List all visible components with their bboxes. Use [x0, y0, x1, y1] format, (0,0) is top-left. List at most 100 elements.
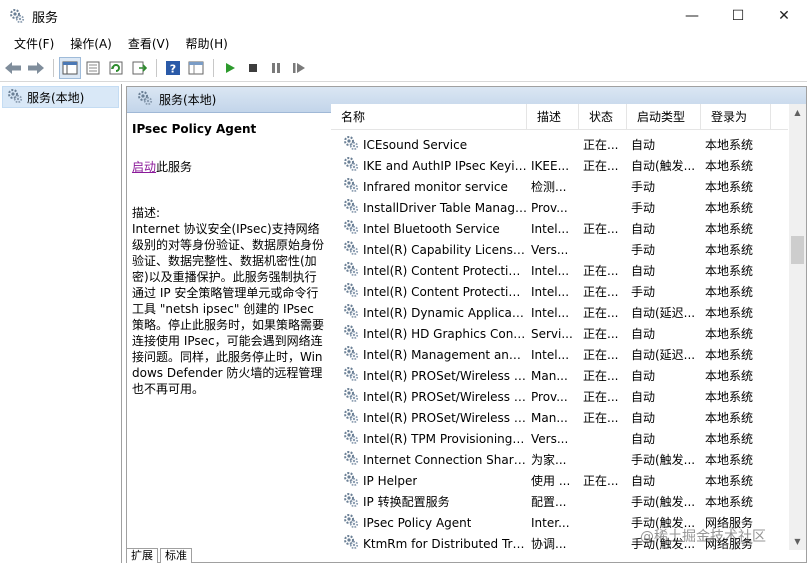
column-header-logon-as[interactable]: 登录为 [701, 104, 771, 129]
stop-icon[interactable] [242, 57, 264, 79]
service-name: ICEsound Service [363, 137, 468, 152]
service-rows: ICEsound Service 正在... 自动 本地系统 IKE and AuthI… [331, 134, 788, 550]
service-row[interactable]: Intel(R) TPM Provisioning S... Vers... 自动 本… [331, 428, 788, 449]
service-status: 正在... [583, 222, 619, 236]
service-row[interactable]: Intel(R) PROSet/Wireless Z... Man... 正在...… [331, 407, 788, 428]
service-row[interactable]: IP Helper 使用 ... 正在... 自动 本地系统 [331, 470, 788, 491]
toolbar-separator [53, 58, 54, 77]
menu-action[interactable]: 操作(A) [62, 35, 120, 52]
resume-icon[interactable] [288, 57, 310, 79]
service-description: 为家... [531, 453, 567, 467]
svg-text:?: ? [170, 62, 176, 75]
service-row[interactable]: Intel(R) Content Protection ... Intel... 正… [331, 260, 788, 281]
service-name-cell: Infrared monitor service [331, 177, 527, 196]
menu-file[interactable]: 文件(F) [6, 35, 62, 52]
column-desc-label: 描述 [537, 110, 562, 124]
service-gear-icon [343, 345, 359, 364]
scroll-up-icon[interactable]: ▲ [789, 104, 806, 121]
service-description: Intel... [531, 284, 570, 299]
service-name-cell: IP 转换配置服务 [331, 492, 527, 511]
service-name: Intel(R) Dynamic Applicatio... [363, 305, 527, 320]
tree-node-services-local[interactable]: 服务(本地) [2, 86, 119, 108]
service-startup-type: 自动 [631, 474, 656, 488]
service-row[interactable]: Intel Bluetooth Service Intel... 正在... 自动 本地… [331, 218, 788, 239]
service-gear-icon [343, 408, 359, 427]
service-logon-as: 本地系统 [705, 159, 754, 173]
maximize-button[interactable]: ☐ [715, 0, 761, 32]
service-name-cell: IKE and AuthIP IPsec Keyin... [331, 156, 527, 175]
service-row[interactable]: Intel(R) PROSet/Wireless E... Man... 正在...… [331, 365, 788, 386]
services-gear-icon [7, 88, 23, 107]
close-button[interactable]: ✕ [761, 0, 807, 32]
refresh-icon[interactable] [105, 57, 127, 79]
service-gear-icon [343, 324, 359, 343]
service-row[interactable]: ICEsound Service 正在... 自动 本地系统 [331, 134, 788, 155]
service-row[interactable]: Intel(R) Dynamic Applicatio... Intel... 正在… [331, 302, 788, 323]
service-logon-as: 本地系统 [705, 453, 754, 467]
service-status: 正在... [583, 159, 619, 173]
help-icon[interactable]: ? [162, 57, 184, 79]
service-row[interactable]: Intel(R) Management and ... Intel... 正在...… [331, 344, 788, 365]
service-description: Vers... [531, 242, 569, 257]
service-startup-type: 手动(触发... [631, 453, 696, 467]
service-logon-as: 本地系统 [705, 432, 754, 446]
play-icon[interactable] [219, 57, 241, 79]
tree-node-label: 服务(本地) [27, 90, 85, 105]
title-bar: 服务 — ☐ ✕ [0, 0, 807, 32]
menu-help[interactable]: 帮助(H) [177, 35, 235, 52]
vertical-scrollbar[interactable]: ▲ ▼ [789, 104, 806, 550]
service-row[interactable]: Intel(R) PROSet/Wireless R... Prov... 正在..… [331, 386, 788, 407]
service-name: Intel(R) PROSet/Wireless R... [363, 389, 527, 404]
service-logon-as: 本地系统 [705, 327, 754, 341]
services-window: 服务 — ☐ ✕ 文件(F) 操作(A) 查看(V) 帮助(H) ? 服务(本地… [0, 0, 807, 563]
scroll-down-icon[interactable]: ▼ [789, 533, 806, 550]
menu-view[interactable]: 查看(V) [120, 35, 178, 52]
service-row[interactable]: IKE and AuthIP IPsec Keyin... IKEE... 正在..… [331, 155, 788, 176]
forward-arrow-icon[interactable] [25, 57, 47, 79]
service-name-cell: Intel(R) PROSet/Wireless R... [331, 387, 527, 406]
service-description: Prov... [531, 200, 568, 215]
service-name: Infrared monitor service [363, 179, 508, 194]
service-name-cell: Intel(R) Management and ... [331, 345, 527, 364]
service-row[interactable]: Intel(R) HD Graphics Contr... Servi... 正在.… [331, 323, 788, 344]
minimize-button[interactable]: — [669, 0, 715, 32]
view-icon[interactable] [185, 57, 207, 79]
column-header-name[interactable]: 名称 ^ [331, 104, 527, 129]
column-header-status[interactable]: 状态 [579, 104, 627, 129]
column-header-startup-type[interactable]: 启动类型 [627, 104, 701, 129]
service-startup-type: 自动 [631, 369, 656, 383]
service-description: 协调... [531, 537, 567, 550]
back-arrow-icon[interactable] [2, 57, 24, 79]
service-gear-icon [343, 135, 359, 154]
tab-standard[interactable]: 标准 [160, 548, 192, 563]
start-service-link[interactable]: 启动 [132, 160, 156, 174]
export-list-icon[interactable] [128, 57, 150, 79]
service-name-cell: IP Helper [331, 471, 527, 490]
console-tree-icon[interactable] [59, 56, 81, 79]
description-text: Internet 协议安全(IPsec)支持网络级别的对等身份验证、数据原始身份… [132, 222, 325, 396]
service-row[interactable]: Intel(R) Content Protection ... Intel... 正… [331, 281, 788, 302]
service-gear-icon [343, 387, 359, 406]
service-status: 正在... [583, 474, 619, 488]
service-gear-icon [343, 513, 359, 532]
scrollbar-thumb[interactable] [791, 236, 804, 264]
selected-service-title: IPsec Policy Agent [132, 122, 257, 136]
service-logon-as: 本地系统 [705, 306, 754, 320]
service-row[interactable]: InstallDriver Table Manager Prov... 手动 本地系统 [331, 197, 788, 218]
service-name: Intel(R) Capability Licensin... [363, 242, 527, 257]
service-row[interactable]: Internet Connection Sharin... 为家... 手动(触发.… [331, 449, 788, 470]
service-name: IPsec Policy Agent [363, 515, 472, 530]
service-description: Man... [531, 368, 568, 383]
service-name: KtmRm for Distributed Tra... [363, 536, 527, 551]
start-service-line: 启动此服务 [132, 159, 326, 175]
tab-extended[interactable]: 扩展 [126, 548, 158, 563]
service-row[interactable]: Intel(R) Capability Licensin... Vers... 手动… [331, 239, 788, 260]
service-gear-icon [343, 471, 359, 490]
properties-icon[interactable] [82, 57, 104, 79]
column-header-description[interactable]: 描述 [527, 104, 579, 129]
pause-icon[interactable] [265, 57, 287, 79]
service-row[interactable]: IP 转换配置服务 配置... 手动(触发... 本地系统 [331, 491, 788, 512]
service-row[interactable]: Infrared monitor service 检测... 手动 本地系统 [331, 176, 788, 197]
service-logon-as: 本地系统 [705, 222, 754, 236]
column-logon-label: 登录为 [711, 110, 748, 124]
